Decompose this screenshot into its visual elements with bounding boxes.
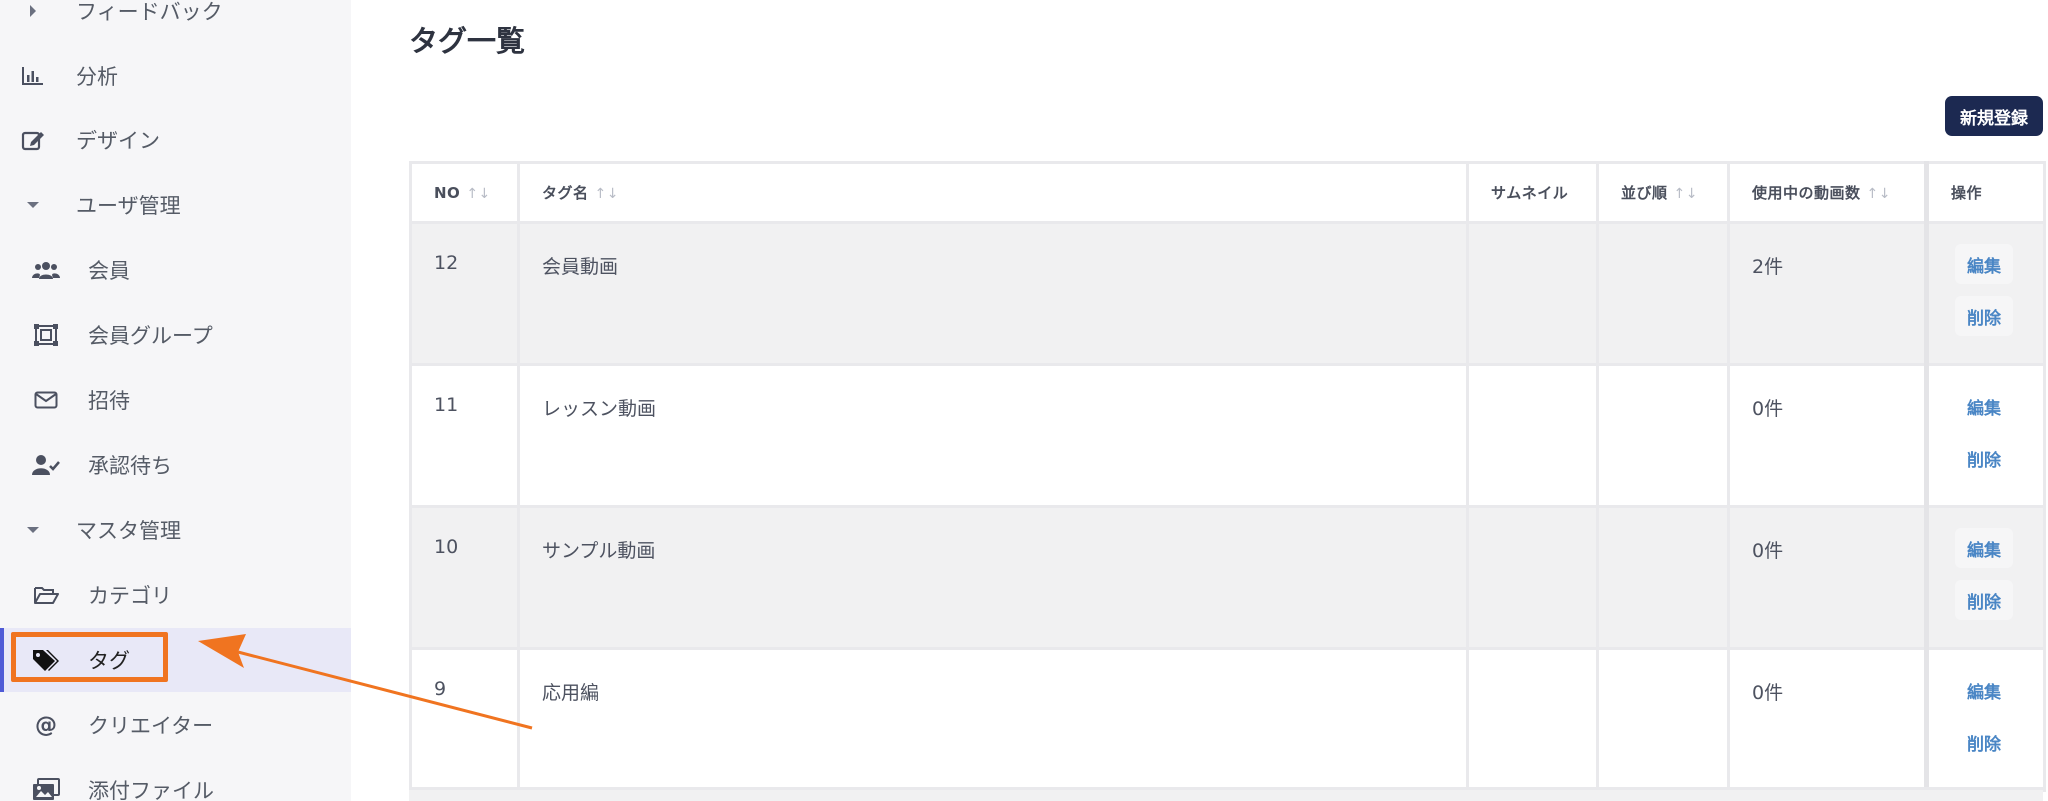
user-check-icon [31, 450, 61, 480]
column-header-actions: 操作 [1924, 161, 2046, 224]
cell-actions: 編集 削除 [1924, 647, 2046, 792]
cell-actions: 編集 削除 [1924, 363, 2046, 508]
sort-icon: ↑↓ [466, 185, 491, 202]
cell-thumbnail [1466, 505, 1599, 650]
sort-icon: ↑↓ [594, 186, 619, 202]
tags-table: NO ↑↓ タグ名 ↑↓ サムネイル 並び順 ↑↓ 使用中の動画数 ↑↓ 操作 12 会… [409, 161, 2046, 792]
cell-thumbnail [1466, 221, 1599, 366]
column-header-label: NO [434, 183, 461, 202]
delete-button[interactable]: 削除 [1955, 722, 2013, 762]
sidebar-item-label: 会員 [88, 259, 130, 283]
edit-button[interactable]: 編集 [1955, 244, 2013, 284]
group-icon [31, 320, 61, 350]
cell-order [1596, 505, 1730, 650]
sidebar-item-label: 会員グループ [88, 324, 213, 348]
sidebar-item-label: 招待 [88, 389, 130, 413]
delete-button[interactable]: 削除 [1955, 296, 2013, 336]
cell-actions: 編集 削除 [1924, 221, 2046, 366]
column-header-label: タグ名 [542, 184, 589, 202]
column-header-label: 使用中の動画数 [1752, 184, 1861, 202]
table-header-row: NO ↑↓ タグ名 ↑↓ サムネイル 並び順 ↑↓ 使用中の動画数 ↑↓ 操作 [409, 161, 2046, 224]
caret-down-icon [18, 515, 48, 545]
sidebar-item-creators[interactable]: @ クリエイター [0, 693, 351, 757]
sidebar-item-label: デザイン [76, 129, 160, 153]
sidebar-item-label: 承認待ち [88, 454, 172, 478]
cell-thumbnail [1466, 647, 1599, 792]
cell-order [1596, 363, 1730, 508]
cell-tag-name: 会員動画 [517, 221, 1469, 366]
sidebar-item-label: 添付ファイル [88, 779, 214, 801]
sidebar-item-pending-approval[interactable]: 承認待ち [0, 433, 351, 497]
folder-open-icon [31, 580, 61, 610]
users-icon [31, 255, 61, 285]
caret-right-icon [18, 0, 48, 26]
sidebar-item-label: ユーザ管理 [76, 194, 181, 218]
cell-video-count: 0件 [1727, 363, 1928, 508]
column-header-label: 並び順 [1621, 184, 1668, 202]
table-row-partial [409, 787, 2043, 801]
sort-icon: ↑↓ [1673, 186, 1698, 202]
cell-tag-name: レッスン動画 [517, 363, 1469, 508]
at-icon: @ [35, 712, 57, 738]
column-header-label: サムネイル [1491, 184, 1569, 202]
sort-icon: ↑↓ [1866, 186, 1891, 202]
sidebar-item-attachments[interactable]: 添付ファイル [0, 758, 351, 801]
cell-video-count: 0件 [1727, 505, 1928, 650]
cell-video-count: 0件 [1727, 647, 1928, 792]
column-header-tag-name[interactable]: タグ名 ↑↓ [517, 161, 1469, 224]
cell-no: 9 [409, 647, 520, 792]
delete-button[interactable]: 削除 [1955, 438, 2013, 478]
sidebar-item-label: マスタ管理 [76, 519, 181, 543]
sidebar-item-analytics[interactable]: 分析 [0, 44, 351, 108]
cell-order [1596, 647, 1730, 792]
images-icon [31, 775, 61, 801]
envelope-icon [31, 385, 61, 415]
edit-button[interactable]: 編集 [1955, 528, 2013, 568]
active-indicator [0, 628, 4, 692]
sidebar-item-member-groups[interactable]: 会員グループ [0, 303, 351, 367]
cell-tag-name: 応用編 [517, 647, 1469, 792]
edit-button[interactable]: 編集 [1955, 670, 2013, 710]
bar-chart-icon [18, 61, 48, 91]
column-header-no[interactable]: NO ↑↓ [409, 161, 520, 224]
sidebar-item-label: クリエイター [88, 714, 214, 738]
new-registration-button[interactable]: 新規登録 [1945, 96, 2043, 136]
sidebar-item-category[interactable]: カテゴリ [0, 563, 351, 627]
sidebar-item-design[interactable]: デザイン [0, 108, 351, 172]
highlight-box [11, 632, 168, 682]
page-title: タグ一覧 [409, 24, 526, 58]
cell-no: 10 [409, 505, 520, 650]
column-header-video-count[interactable]: 使用中の動画数 ↑↓ [1727, 161, 1928, 224]
sidebar-item-label: フィードバック [76, 0, 223, 24]
edit-button[interactable]: 編集 [1955, 386, 2013, 426]
sidebar-item-invite[interactable]: 招待 [0, 368, 351, 432]
table-row: 12 会員動画 2件 編集 削除 [409, 221, 2046, 366]
delete-button[interactable]: 削除 [1955, 580, 2013, 620]
sidebar-item-label: 分析 [76, 65, 118, 89]
caret-down-icon [18, 190, 48, 220]
main-content: タグ一覧 新規登録 NO ↑↓ タグ名 ↑↓ サムネイル 並び順 ↑↓ 使用中の動画数… [351, 0, 2048, 801]
edit-icon [18, 125, 48, 155]
sidebar-item-feedback[interactable]: フィードバック [0, 0, 351, 43]
sidebar-item-master-management[interactable]: マスタ管理 [0, 498, 351, 562]
sidebar-item-user-management[interactable]: ユーザ管理 [0, 173, 351, 237]
column-header-label: 操作 [1951, 184, 1983, 202]
cell-tag-name: サンプル動画 [517, 505, 1469, 650]
column-header-order[interactable]: 並び順 ↑↓ [1596, 161, 1730, 224]
cell-order [1596, 221, 1730, 366]
table-row: 11 レッスン動画 0件 編集 削除 [409, 363, 2046, 508]
sidebar-item-label: カテゴリ [88, 584, 172, 608]
cell-thumbnail [1466, 363, 1599, 508]
cell-actions: 編集 削除 [1924, 505, 2046, 650]
table-row: 9 応用編 0件 編集 削除 [409, 647, 2046, 792]
table-row: 10 サンプル動画 0件 編集 削除 [409, 505, 2046, 650]
cell-video-count: 2件 [1727, 221, 1928, 366]
cell-no: 11 [409, 363, 520, 508]
cell-no: 12 [409, 221, 520, 366]
column-header-thumbnail: サムネイル [1466, 161, 1599, 224]
sidebar-item-members[interactable]: 会員 [0, 238, 351, 302]
